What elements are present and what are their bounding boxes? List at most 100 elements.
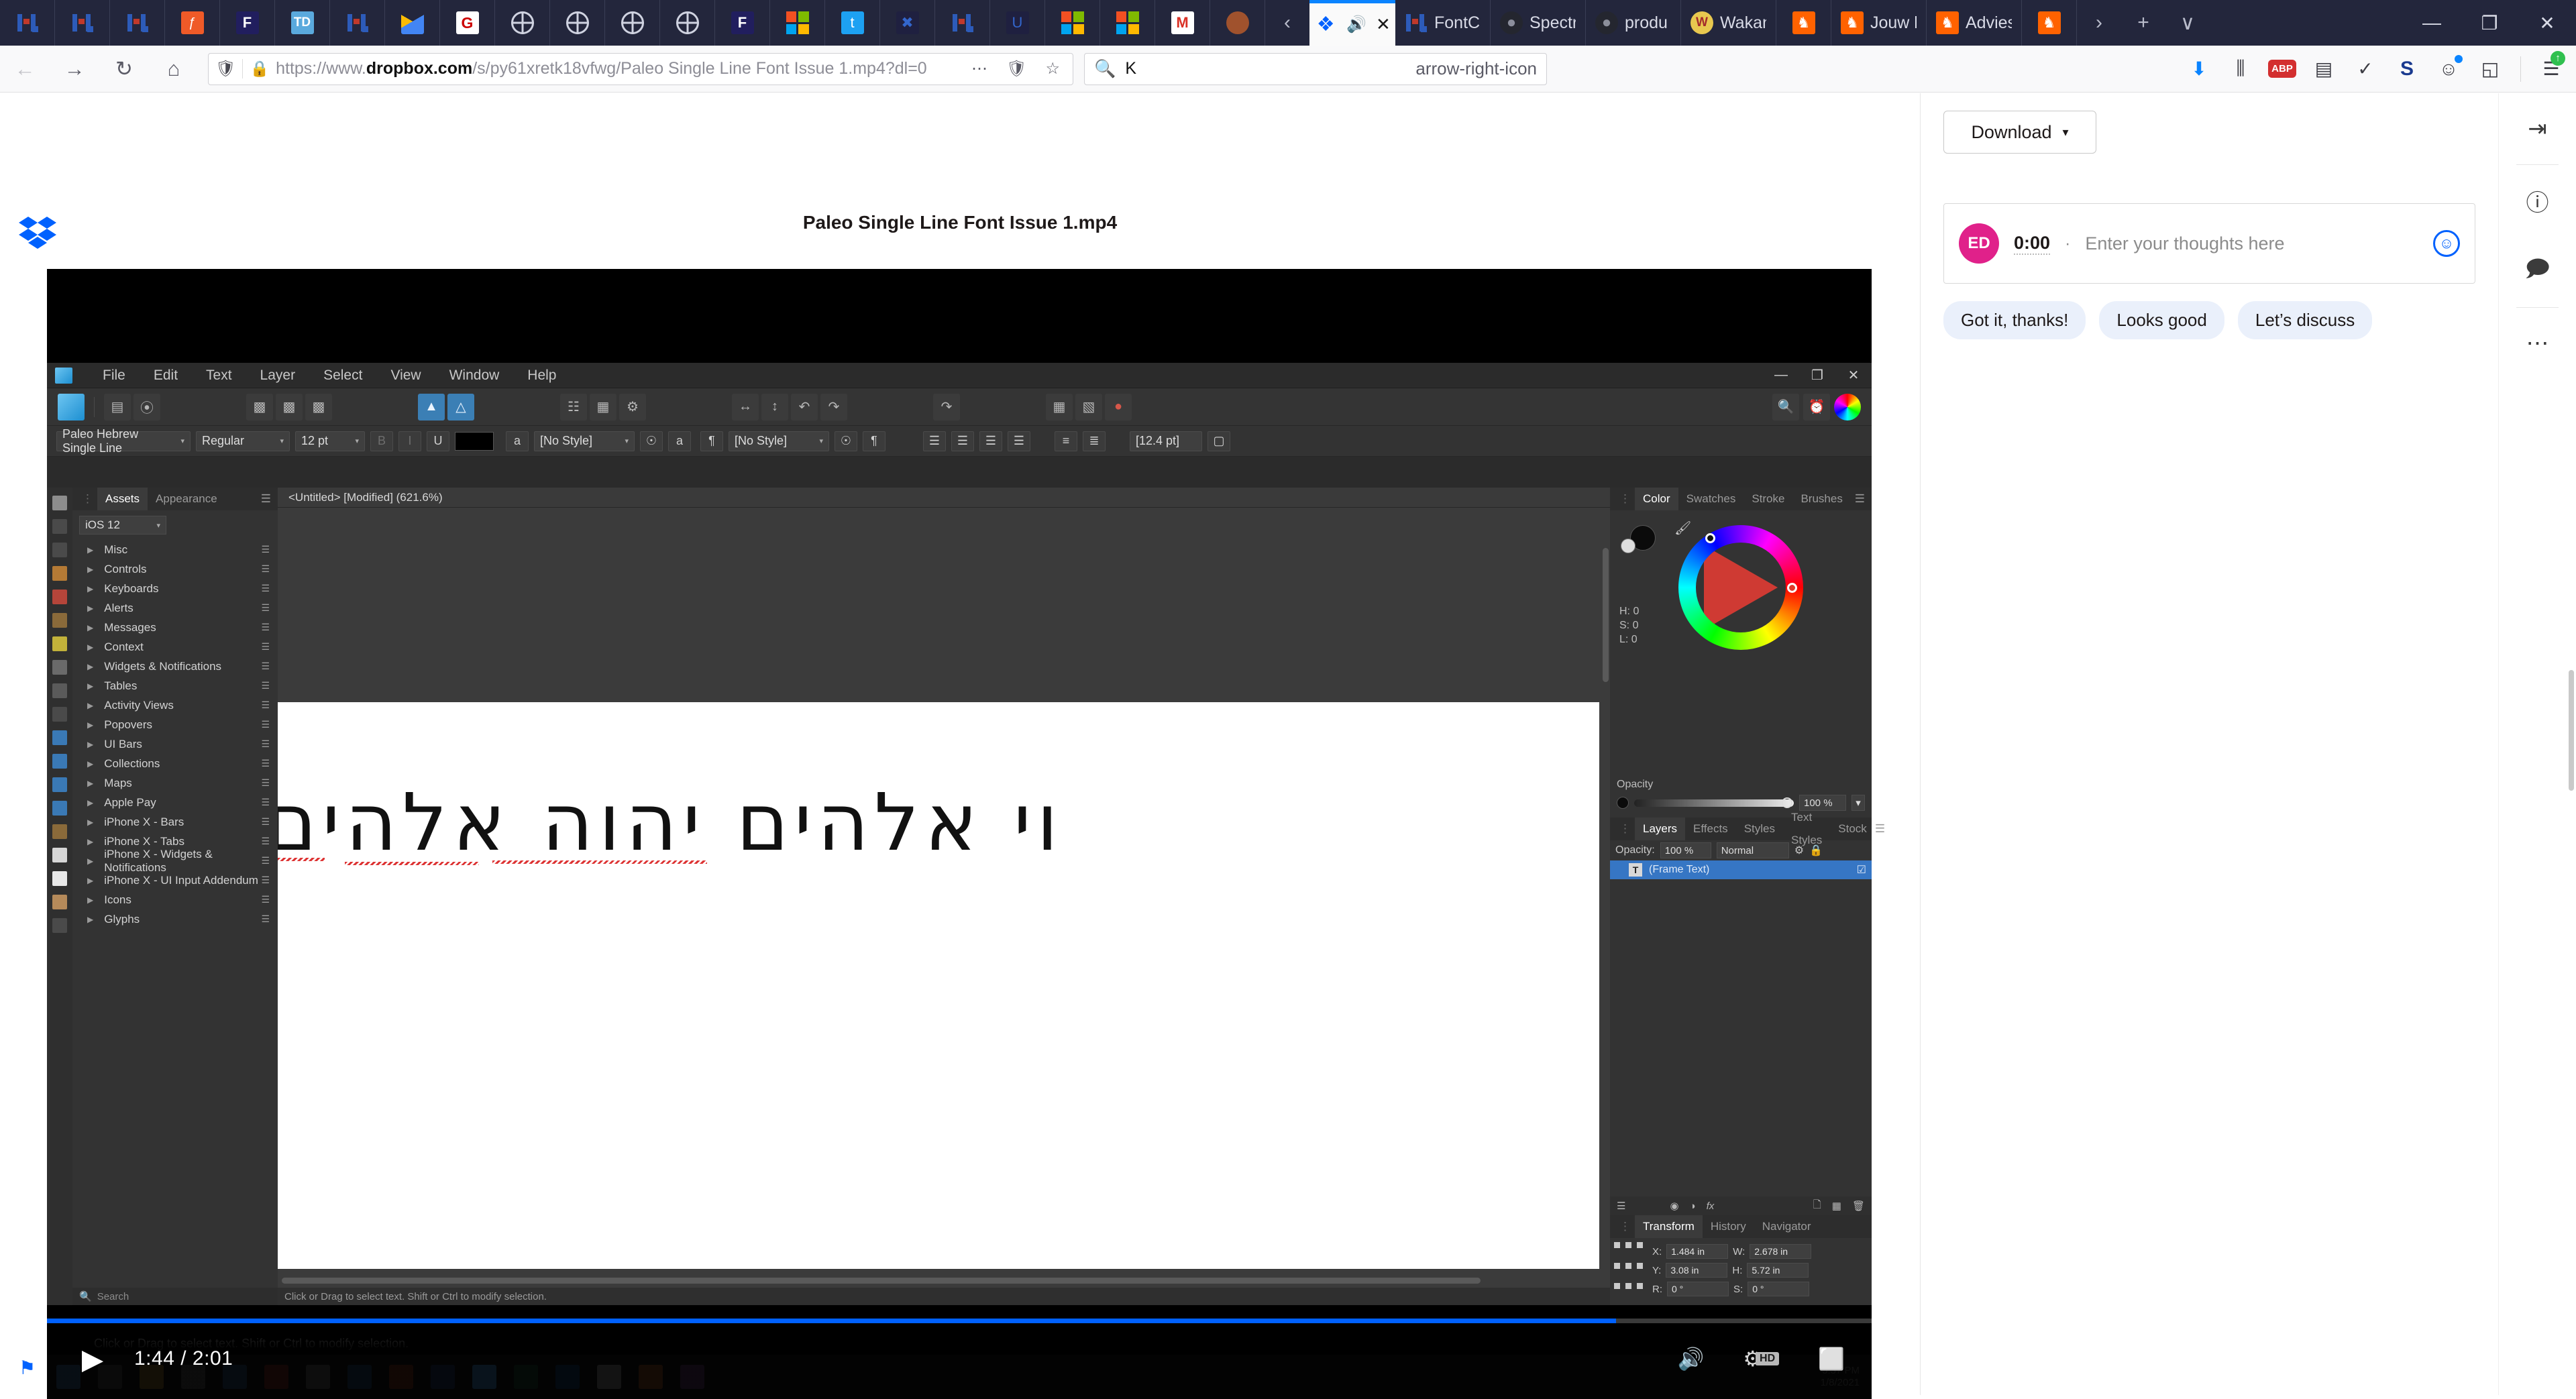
category-menu-icon[interactable]: ☰	[261, 875, 278, 886]
menu-edit[interactable]: Edit	[140, 368, 192, 384]
flip-horizontal-icon[interactable]: ↔	[732, 394, 759, 421]
search-go-icon[interactable]: arrow-right-icon	[1415, 58, 1537, 79]
snapping-icon[interactable]: ☷	[560, 394, 587, 421]
play-button[interactable]: ▶	[74, 1340, 111, 1378]
browser-tab[interactable]: FontC	[1395, 0, 1491, 46]
asset-category-row[interactable]: ▶Activity Views☰	[72, 695, 278, 715]
tab-brushes[interactable]: Brushes	[1792, 488, 1850, 510]
affinity-restore-button[interactable]: ❐	[1799, 363, 1835, 388]
history-icon[interactable]: ⏰	[1803, 394, 1830, 421]
browser-tab[interactable]	[330, 0, 385, 46]
checkmark-extension-icon[interactable]: ✓	[2345, 46, 2386, 93]
expand-triangle-icon[interactable]: ▶	[87, 798, 93, 807]
category-menu-icon[interactable]: ☰	[261, 680, 278, 691]
canvas-vertical-scrollbar[interactable]	[1603, 548, 1609, 682]
character-style-reset-icon[interactable]: a	[668, 431, 691, 451]
hand-tool-icon[interactable]	[52, 895, 67, 909]
menu-view[interactable]: View	[376, 368, 435, 384]
transform-r-field[interactable]: 0 °	[1667, 1282, 1729, 1296]
grid-icon[interactable]: ▦	[590, 394, 616, 421]
transform-anchor-grid[interactable]	[1614, 1242, 1643, 1298]
browser-tab[interactable]: U	[990, 0, 1045, 46]
comment-input[interactable]: Enter your thoughts here	[2085, 233, 2284, 254]
category-menu-icon[interactable]: ☰	[261, 544, 278, 555]
browser-tab[interactable]: M	[1155, 0, 1210, 46]
browser-tab[interactable]	[1100, 0, 1155, 46]
asset-category-row[interactable]: ▶Icons☰	[72, 890, 278, 909]
asset-category-row[interactable]: ▶Controls☰	[72, 559, 278, 579]
browser-tab[interactable]	[0, 0, 55, 46]
home-button[interactable]: ⌂	[149, 46, 199, 93]
pocket-icon[interactable]: 🛡	[1000, 59, 1032, 78]
expand-triangle-icon[interactable]: ▶	[87, 584, 93, 594]
browser-tab[interactable]	[495, 0, 550, 46]
align-text-right-icon[interactable]: ☰	[979, 431, 1002, 451]
asset-category-row[interactable]: ▶Context☰	[72, 637, 278, 657]
back-button[interactable]: ←	[0, 46, 50, 93]
asset-category-row[interactable]: ▶Collections☰	[72, 754, 278, 773]
category-menu-icon[interactable]: ☰	[261, 641, 278, 653]
expand-triangle-icon[interactable]: ▶	[87, 623, 93, 632]
panel-menu-icon[interactable]: ☰	[261, 492, 278, 506]
adblock-plus-icon[interactable]: ABP	[2261, 46, 2303, 93]
layer-visibility-checkbox[interactable]: ☑	[1857, 863, 1866, 877]
category-menu-icon[interactable]: ☰	[261, 583, 278, 594]
reader-sidebar-icon[interactable]: ▤	[2303, 46, 2345, 93]
browser-tab[interactable]: ƒ	[165, 0, 220, 46]
more-options-icon[interactable]: ⋯	[2499, 308, 2576, 379]
menu-select[interactable]: Select	[309, 368, 376, 384]
align-center-icon[interactable]: ▩	[276, 394, 303, 421]
category-menu-icon[interactable]: ☰	[261, 738, 278, 750]
corner-tool-icon[interactable]	[52, 543, 67, 557]
browser-tab[interactable]	[770, 0, 825, 46]
boolean-subtract-icon[interactable]: △	[447, 394, 474, 421]
category-menu-icon[interactable]: ☰	[261, 622, 278, 633]
pen-tool-icon[interactable]	[52, 566, 67, 581]
account-icon[interactable]: ☺	[2428, 46, 2469, 93]
expand-triangle-icon[interactable]: ▶	[87, 837, 93, 846]
mask-layer-icon[interactable]: ◉	[1670, 1200, 1678, 1212]
expand-triangle-icon[interactable]: ▶	[87, 545, 93, 555]
zoom-icon[interactable]: 🔍	[1772, 394, 1799, 421]
paragraph-style-new-icon[interactable]: ☉	[835, 431, 857, 451]
asset-category-row[interactable]: ▶Messages☰	[72, 618, 278, 637]
browser-tab[interactable]	[605, 0, 660, 46]
search-input[interactable]: K	[1125, 59, 1136, 78]
bold-button[interactable]: B	[370, 431, 393, 451]
asset-category-row[interactable]: ▶Maps☰	[72, 773, 278, 793]
new-layer-icon[interactable]: 🗋	[1813, 1198, 1821, 1215]
tab-color[interactable]: Color	[1635, 488, 1678, 510]
browser-tab[interactable]	[55, 0, 110, 46]
search-bar[interactable]: 🔍 K arrow-right-icon	[1084, 53, 1547, 85]
expand-triangle-icon[interactable]: ▶	[87, 818, 93, 827]
align-text-center-icon[interactable]: ☰	[951, 431, 974, 451]
page-actions-icon[interactable]: ⋯	[965, 59, 994, 78]
bookmark-star-icon[interactable]: ☆	[1039, 59, 1066, 78]
fill-stroke-swatches[interactable]	[1621, 518, 1664, 553]
browser-tab[interactable]: F	[715, 0, 770, 46]
menu-text[interactable]: Text	[192, 368, 246, 384]
category-menu-icon[interactable]: ☰	[261, 563, 278, 575]
browser-tab[interactable]	[660, 0, 715, 46]
comment-timestamp[interactable]: 0:00	[2014, 233, 2050, 255]
move-tool-icon[interactable]	[52, 496, 67, 510]
tab-stock[interactable]: Stock	[1830, 818, 1875, 840]
menu-window[interactable]: Window	[435, 368, 514, 384]
tab-transform[interactable]: Transform	[1635, 1215, 1703, 1238]
expand-triangle-icon[interactable]: ▶	[87, 720, 93, 730]
delete-layer-icon[interactable]: 🗑	[1852, 1200, 1865, 1212]
text-color-swatch[interactable]	[455, 432, 494, 451]
layer-opacity-field[interactable]: 100 %	[1660, 842, 1711, 858]
effects-fx-icon[interactable]: fx	[1707, 1200, 1715, 1212]
browser-tab[interactable]	[1210, 0, 1265, 46]
layer-lock-icon[interactable]: 🔒	[1809, 844, 1823, 857]
asset-category-row[interactable]: ▶Popovers☰	[72, 715, 278, 734]
scroll-tabs-right-button[interactable]: ›	[2077, 0, 2121, 46]
quick-reply-chip[interactable]: Let’s discuss	[2238, 301, 2372, 339]
paragraph-style-reset-icon[interactable]: ¶	[863, 431, 885, 451]
browser-tab[interactable]: t	[825, 0, 880, 46]
browser-tab[interactable]: ●Spectr	[1491, 0, 1586, 46]
frame-text-tool-icon[interactable]	[52, 871, 67, 886]
tab-assets[interactable]: Assets	[97, 488, 148, 510]
leading-select[interactable]: [12.4 pt]	[1130, 431, 1202, 451]
